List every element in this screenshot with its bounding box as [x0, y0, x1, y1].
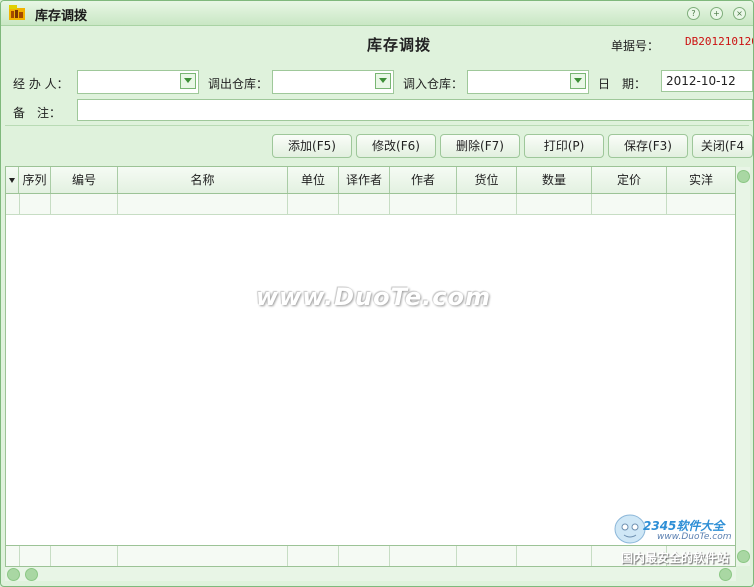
- summary-row: [6, 545, 735, 566]
- doc-no-label: 单据号：: [611, 39, 660, 53]
- cell-divider: [389, 194, 390, 214]
- maximize-button[interactable]: +: [710, 7, 723, 20]
- cell-divider: [456, 194, 457, 214]
- watermark: www.DuoTe.com: [256, 283, 491, 311]
- date-field[interactable]: 2012-10-12: [661, 70, 753, 92]
- cell-divider: [666, 194, 667, 214]
- cell-divider: [516, 194, 517, 214]
- cell-divider: [338, 546, 339, 566]
- scroll-down-button[interactable]: [737, 550, 750, 563]
- cell-divider: [50, 194, 51, 214]
- cell-divider: [591, 194, 592, 214]
- horizontal-scrollbar[interactable]: [5, 567, 736, 581]
- scroll-thumb[interactable]: [25, 568, 38, 581]
- table-row[interactable]: [6, 194, 735, 215]
- cell-divider: [117, 194, 118, 214]
- in-warehouse-select[interactable]: [467, 70, 589, 94]
- remark-field[interactable]: [77, 99, 753, 121]
- triangle-down-icon: [9, 178, 15, 183]
- handler-select[interactable]: [77, 70, 199, 94]
- chevron-down-icon[interactable]: [180, 73, 196, 89]
- cell-divider: [117, 546, 118, 566]
- cell-divider: [456, 546, 457, 566]
- cell-divider: [389, 546, 390, 566]
- cell-divider: [516, 546, 517, 566]
- close-window-button[interactable]: ×: [733, 7, 746, 20]
- out-warehouse-select[interactable]: [272, 70, 394, 94]
- window-title: 库存调拨: [35, 9, 88, 24]
- column-header[interactable]: 作者: [390, 167, 457, 193]
- data-grid[interactable]: 序列 编号 名称 单位 译作者 作者 货位 数量 定价 实洋: [5, 166, 736, 567]
- date-label: 日 期：: [598, 77, 647, 91]
- divider: [5, 125, 749, 126]
- edit-button[interactable]: 修改(F6): [356, 134, 436, 158]
- doc-no-value: DB201210120: [685, 35, 754, 48]
- scroll-up-button[interactable]: [737, 170, 750, 183]
- form-title: 库存调拨: [367, 36, 432, 54]
- title-bar[interactable]: 库存调拨 ? + ×: [1, 1, 753, 26]
- close-button[interactable]: 关闭(F4: [692, 134, 753, 158]
- remark-label: 备 注：: [13, 106, 62, 120]
- cell-divider: [338, 194, 339, 214]
- print-button[interactable]: 打印(P): [524, 134, 604, 158]
- vertical-scrollbar[interactable]: [736, 167, 750, 566]
- in-warehouse-label: 调入仓库：: [403, 77, 464, 91]
- cell-divider: [19, 546, 20, 566]
- cell-divider: [19, 194, 20, 214]
- out-warehouse-label: 调出仓库：: [208, 77, 269, 91]
- scroll-right-button[interactable]: [719, 568, 732, 581]
- column-header[interactable]: 定价: [592, 167, 667, 193]
- column-header[interactable]: 编号: [51, 167, 118, 193]
- cell-divider: [591, 546, 592, 566]
- column-header[interactable]: 名称: [118, 167, 288, 193]
- help-button[interactable]: ?: [687, 7, 700, 20]
- column-header[interactable]: 译作者: [339, 167, 390, 193]
- chevron-down-icon[interactable]: [375, 73, 391, 89]
- app-icon: [9, 5, 25, 20]
- handler-label: 经 办 人：: [13, 77, 69, 91]
- delete-button[interactable]: 删除(F7): [440, 134, 520, 158]
- cell-divider: [666, 546, 667, 566]
- save-button[interactable]: 保存(F3): [608, 134, 688, 158]
- column-header[interactable]: 实洋: [667, 167, 735, 193]
- column-header[interactable]: 数量: [517, 167, 592, 193]
- cell-divider: [287, 194, 288, 214]
- column-header[interactable]: 序列: [19, 167, 51, 193]
- column-header[interactable]: 单位: [288, 167, 339, 193]
- grid-header: 序列 编号 名称 单位 译作者 作者 货位 数量 定价 实洋: [6, 167, 735, 194]
- app-window: 库存调拨 ? + × 库存调拨 单据号： DB201210120 经 办 人： …: [0, 0, 754, 587]
- scroll-left-button[interactable]: [7, 568, 20, 581]
- add-button[interactable]: 添加(F5): [272, 134, 352, 158]
- chevron-down-icon[interactable]: [570, 73, 586, 89]
- cell-divider: [287, 546, 288, 566]
- column-header[interactable]: 货位: [457, 167, 517, 193]
- cell-divider: [50, 546, 51, 566]
- row-selector-header[interactable]: [6, 167, 19, 193]
